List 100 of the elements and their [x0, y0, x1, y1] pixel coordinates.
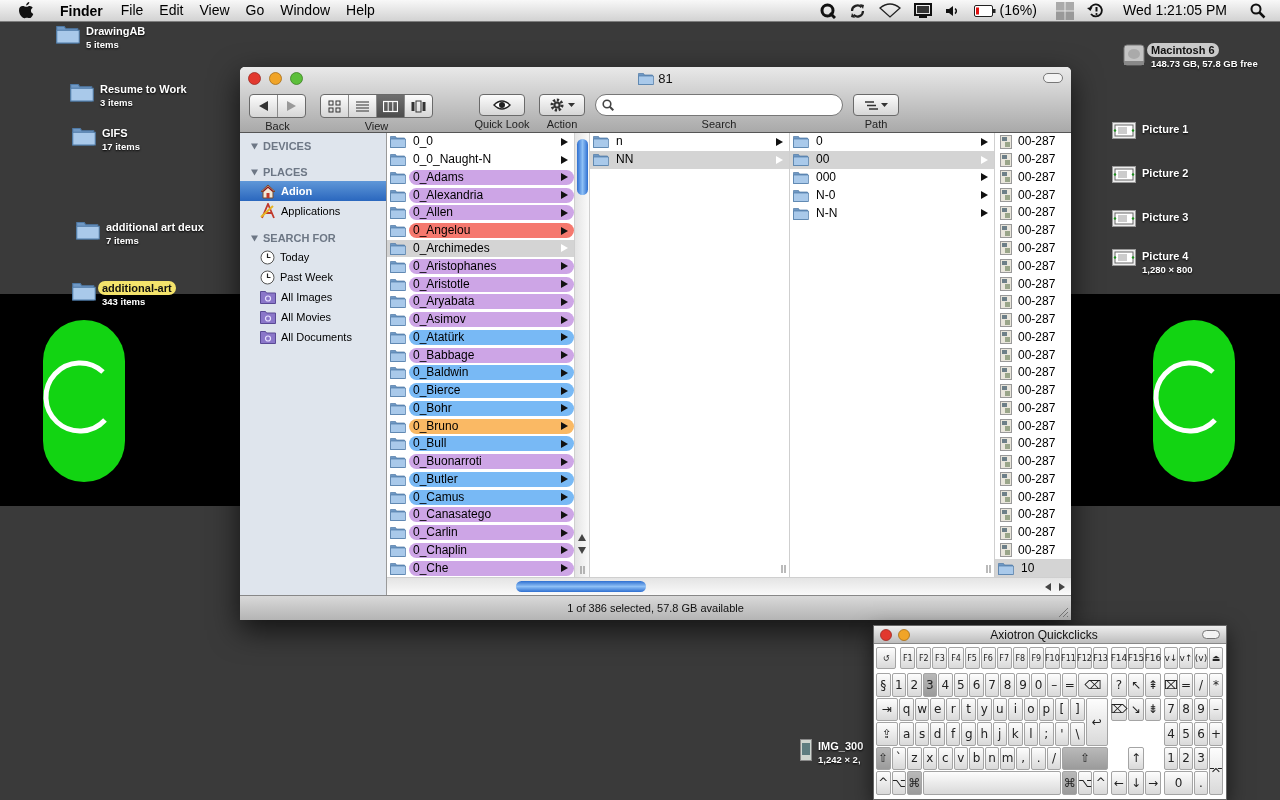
column-resize-handle[interactable] [986, 565, 991, 574]
keyboard-key[interactable]: t [961, 697, 976, 721]
sidebar-item[interactable]: All Images [240, 287, 386, 307]
image-file-item[interactable]: 00-287 [995, 239, 1071, 258]
sidebar-item[interactable]: Today [240, 247, 386, 267]
keyboard-key[interactable]: 9 [1194, 697, 1208, 721]
scroll-thumb[interactable] [576, 139, 588, 195]
keyboard-key[interactable]: (v) [1194, 647, 1208, 669]
keyboard-key[interactable]: g [961, 722, 976, 746]
search-icon[interactable] [1250, 2, 1266, 19]
keyboard-key[interactable]: F3 [932, 647, 948, 669]
apple-icon[interactable] [19, 2, 34, 19]
keyboard-key[interactable]: o [1023, 697, 1039, 721]
folder-icon[interactable] [56, 24, 80, 44]
sync-icon[interactable] [848, 2, 866, 19]
keyboard-key[interactable]: m [1000, 746, 1015, 770]
keyboard-key[interactable]: 5 [953, 673, 969, 697]
sidebar-item[interactable]: Past Week [240, 267, 386, 287]
keyboard-key[interactable]: d [930, 722, 945, 746]
keyboard-key[interactable]: 7 [984, 673, 1000, 697]
image-file-item[interactable]: 00-287 [995, 488, 1071, 507]
scroll-thumb[interactable] [516, 581, 646, 593]
menu-item[interactable]: Go [237, 0, 273, 21]
screenshot-file-icon[interactable] [1112, 122, 1136, 139]
scroll-down-arrow-icon[interactable] [578, 547, 586, 555]
keyboard-key[interactable]: F9 [1028, 647, 1044, 669]
column-view[interactable] [377, 95, 405, 117]
vertical-scrollbar[interactable] [574, 133, 589, 578]
image-file-item[interactable]: 00-287 [995, 133, 1071, 151]
keyboard-key[interactable]: = [1179, 673, 1193, 697]
sidebar-section-heading[interactable]: PLACES [240, 163, 386, 181]
toolbar-toggle-button[interactable] [1043, 73, 1063, 83]
sidebar-item[interactable]: Adion [240, 181, 386, 201]
folder-item[interactable]: 0_Atatürk [387, 328, 574, 347]
folder-item[interactable]: 0_Aristophanes [387, 257, 574, 276]
keyboard-key[interactable]: ⇪ [876, 722, 899, 746]
keyboard-key[interactable]: F2 [916, 647, 932, 669]
keyboard-key[interactable]: y [976, 697, 992, 721]
keyboard-key[interactable]: 3 [1194, 746, 1208, 770]
zoom-button[interactable] [290, 71, 303, 85]
keyboard-key[interactable]: 9 [1015, 673, 1031, 697]
image-file-item[interactable]: 00-287 [995, 470, 1071, 489]
keyboard-key[interactable]: ↩ [1085, 697, 1108, 746]
folder-item[interactable]: 0_Babbage [387, 346, 574, 364]
keyboard-key[interactable]: n [984, 746, 1000, 770]
folder-item[interactable]: 000 [790, 168, 994, 187]
keyboard-key[interactable]: ? [1111, 673, 1127, 697]
folder-item[interactable]: 0_Butler [387, 470, 574, 489]
image-file-item[interactable]: 00-287 [995, 168, 1071, 187]
keyboard-key[interactable]: ⌘ [907, 771, 922, 795]
folder-item[interactable]: 0_Baldwin [387, 363, 574, 382]
keyboard-key[interactable]: v [953, 746, 969, 770]
keyboard-key[interactable]: p [1039, 697, 1054, 721]
keyboard-key[interactable]: 6 [1194, 722, 1208, 746]
keyboard-key[interactable]: 7 [1164, 697, 1178, 721]
keyboard-key[interactable]: ↘ [1128, 697, 1144, 721]
sidebar-item[interactable]: All Movies [240, 307, 386, 327]
keyboard-key[interactable]: F6 [980, 647, 996, 669]
folder-item[interactable]: 0_Aryabata [387, 292, 574, 311]
image-file-item[interactable]: 00-287 [995, 435, 1071, 453]
close-button[interactable] [880, 628, 892, 641]
keyboard-key[interactable]: ⌘ [1062, 771, 1077, 795]
image-file-item[interactable]: 00-287 [995, 150, 1071, 169]
keyboard-key[interactable]: x [922, 746, 938, 770]
keyboard-key[interactable]: ⇟ [1145, 697, 1161, 721]
folder-item[interactable]: 0_Chaplin [387, 541, 574, 560]
keyboard-key[interactable]: ⌫ [1077, 673, 1108, 697]
keyboard-key[interactable]: ⇞ [1145, 673, 1161, 697]
toolbar-toggle-button[interactable] [1202, 630, 1220, 639]
keyboard-key[interactable]: 6 [969, 673, 984, 697]
keyboard-key[interactable]: ; [1039, 722, 1054, 746]
keyboard-key[interactable]: , [1015, 746, 1031, 770]
history-clock-icon[interactable] [1086, 2, 1104, 19]
keyboard-key[interactable]: u [992, 697, 1008, 721]
image-file-item[interactable]: 00-287 [995, 204, 1071, 222]
sidebar-section-heading[interactable]: DEVICES [240, 137, 386, 155]
folder-item[interactable]: 0 [790, 133, 994, 151]
image-file-item[interactable]: 00-287 [995, 399, 1071, 418]
keyboard-key[interactable]: s [914, 722, 930, 746]
image-file-item[interactable]: 00-287 [995, 541, 1071, 560]
close-button[interactable] [248, 71, 261, 85]
screenshot-file-icon[interactable] [1112, 249, 1136, 266]
keyboard-key[interactable]: b [969, 746, 984, 770]
keyboard-key[interactable]: r [945, 697, 961, 721]
keyboard-key[interactable]: – [1209, 697, 1223, 721]
keyboard-key[interactable]: [ [1054, 697, 1070, 721]
folder-icon[interactable] [76, 220, 100, 240]
screenshot-file-icon[interactable] [1112, 210, 1136, 227]
menu-item[interactable]: Window [272, 0, 339, 21]
menu-item[interactable]: Help [338, 0, 383, 21]
keyboard-key[interactable]: 5 [1179, 722, 1193, 746]
sidebar-section-heading[interactable]: SEARCH FOR [240, 229, 386, 247]
keyboard-key[interactable]: ⇥ [876, 697, 899, 721]
keyboard-key[interactable]: 1 [1164, 746, 1178, 770]
image-file-item[interactable]: 00-287 [995, 506, 1071, 524]
keyboard-key[interactable]: v↓ [1164, 647, 1178, 669]
image-file-item[interactable]: 00-287 [995, 523, 1071, 542]
keyboard-key[interactable]: * [1209, 673, 1223, 697]
photo-thumbnail-icon[interactable] [800, 739, 812, 761]
path-menu-button[interactable] [853, 94, 899, 116]
